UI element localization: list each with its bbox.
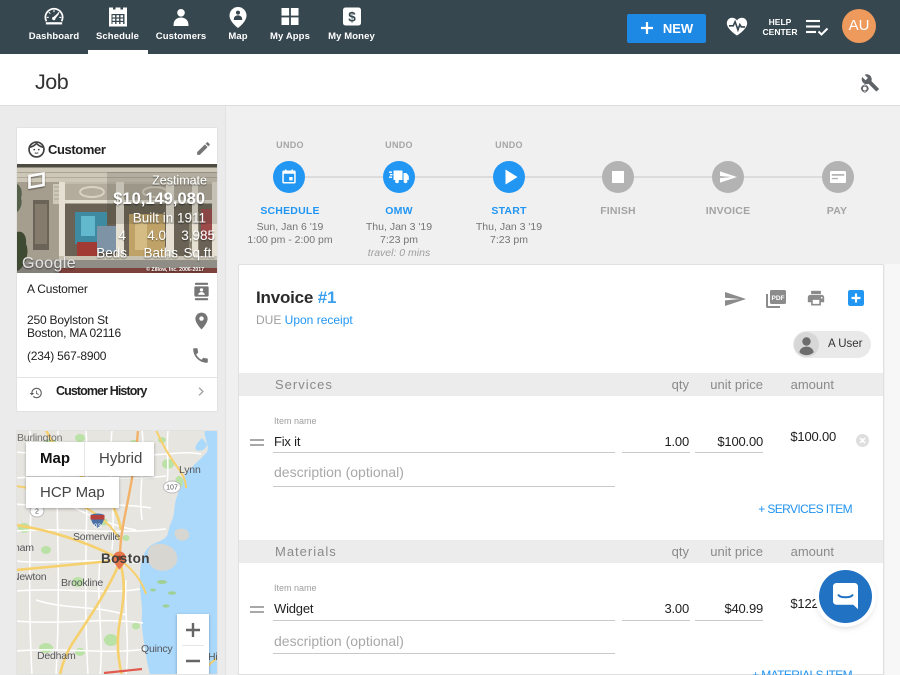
svg-text:3,985: 3,985: [181, 228, 215, 243]
svg-text:93: 93: [94, 523, 102, 530]
svg-text:Sq.ft.: Sq.ft.: [183, 246, 215, 261]
svg-text:Lynn: Lynn: [179, 464, 201, 476]
svg-text:$10,149,080: $10,149,080: [113, 190, 205, 208]
svg-text:2: 2: [35, 509, 39, 516]
svg-text:Hi: Hi: [208, 651, 218, 663]
svg-text:Beds: Beds: [96, 246, 127, 261]
svg-text:Built in 1911: Built in 1911: [133, 211, 206, 226]
svg-text:Newton: Newton: [16, 571, 47, 583]
svg-text:Dedham: Dedham: [37, 650, 76, 662]
svg-text:Brookline: Brookline: [61, 577, 103, 589]
svg-text:ham: ham: [16, 542, 34, 554]
svg-text:Google: Google: [22, 255, 76, 272]
svg-text:Somerville: Somerville: [73, 531, 120, 543]
svg-text:4: 4: [118, 228, 126, 243]
svg-text:Quincy: Quincy: [141, 643, 173, 655]
svg-text:© Zillow, Inc. 2006-2017: © Zillow, Inc. 2006-2017: [146, 266, 204, 273]
svg-text:$: $: [348, 10, 356, 25]
svg-text:Zestimate: Zestimate: [152, 174, 207, 188]
svg-text:Baths: Baths: [143, 246, 178, 261]
svg-text:PDF: PDF: [772, 295, 785, 302]
svg-text:4.0: 4.0: [147, 228, 166, 243]
svg-text:107: 107: [166, 485, 178, 492]
svg-text:Boston: Boston: [101, 551, 150, 566]
